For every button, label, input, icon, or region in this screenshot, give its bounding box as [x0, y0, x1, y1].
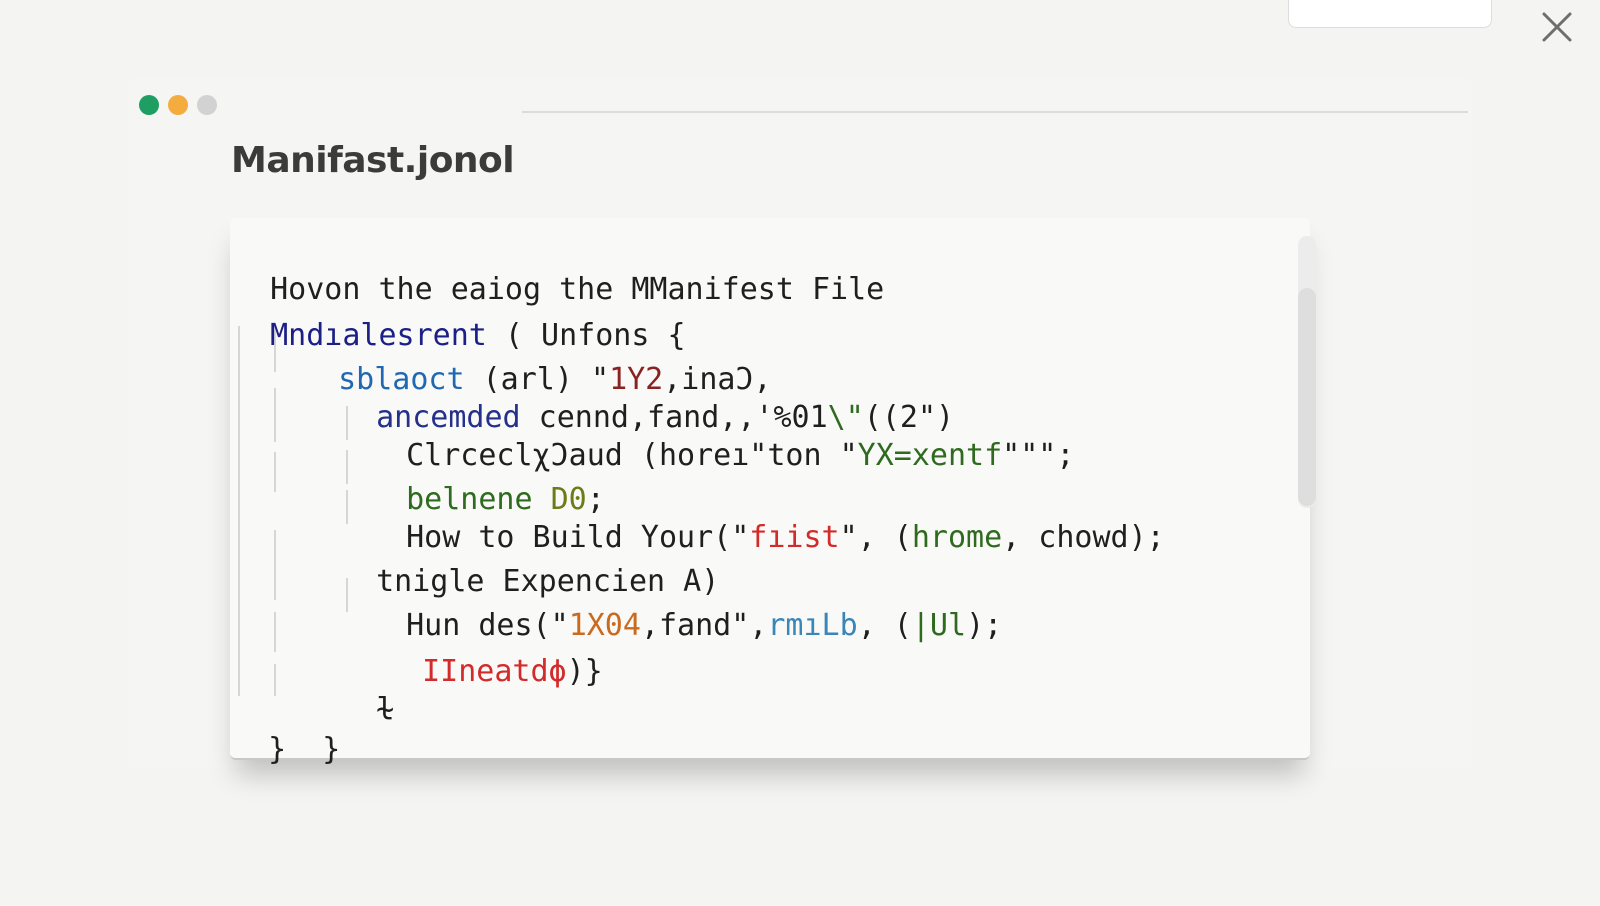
indent-guide [274, 530, 276, 600]
window-controls [139, 95, 217, 115]
window-dot-green[interactable] [139, 95, 159, 115]
code-token: , chowd); [1002, 520, 1165, 555]
header-divider [522, 111, 1468, 113]
code-token: hrome [911, 520, 1003, 555]
window-dot-yellow[interactable] [168, 95, 188, 115]
code-text: ɫ [376, 692, 395, 727]
code-token: fıist [749, 520, 840, 555]
code-token: """; [1002, 438, 1075, 473]
close-button[interactable] [1540, 10, 1574, 44]
code-token: |Ul [911, 608, 967, 643]
code-token: ", ( [839, 520, 912, 555]
code-line-11[interactable]: ɫ [340, 650, 394, 730]
indent-guide [274, 612, 276, 652]
code-token: rmıLb [767, 608, 858, 643]
indent-guide [346, 490, 348, 524]
close-icon [1542, 12, 1572, 42]
window-dot-gray[interactable] [197, 95, 217, 115]
code-token: ); [966, 608, 1003, 643]
code-text: } } [268, 732, 341, 767]
code-line-10[interactable]: IIneatdϕ)} [386, 612, 603, 692]
indent-guide [274, 452, 276, 492]
indent-guide [346, 450, 348, 484]
code-token: IIneatdϕ [422, 654, 567, 689]
top-tab[interactable] [1288, 0, 1492, 28]
scrollbar-thumb[interactable] [1298, 288, 1316, 506]
code-token: YX=xentf [857, 438, 1003, 473]
code-token: ,fand", [640, 608, 768, 643]
code-line-12[interactable]: } } [232, 690, 340, 770]
file-title: Manifast.jonol [231, 140, 515, 181]
code-token: )} [566, 654, 603, 689]
indent-guide [274, 388, 276, 442]
code-token: , ( [857, 608, 912, 643]
indent-guide [238, 326, 240, 696]
